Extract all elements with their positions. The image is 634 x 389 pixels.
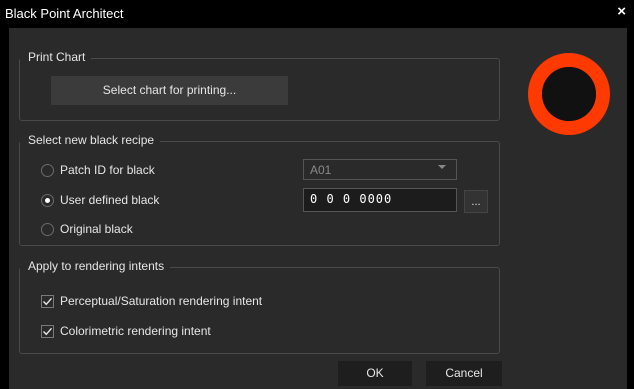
checkbox-perceptual[interactable] — [41, 294, 54, 308]
title-bar[interactable]: Black Point Architect × — [0, 0, 634, 28]
check-colorimetric-label: Colorimetric rendering intent — [60, 324, 211, 338]
radio-user-defined-indicator[interactable] — [41, 193, 54, 207]
browse-button[interactable]: ... — [464, 190, 488, 213]
rendering-intents-group: Apply to rendering intents Perceptual/Sa… — [19, 259, 500, 354]
dialog-window: Black Point Architect × Print Chart Sele… — [0, 0, 634, 389]
cancel-button[interactable]: Cancel — [426, 361, 502, 386]
radio-patch-id-indicator[interactable] — [41, 163, 54, 177]
user-black-input[interactable]: 0 0 0 0000 — [303, 188, 457, 212]
chevron-down-icon — [438, 165, 446, 169]
ok-button[interactable]: OK — [338, 361, 412, 386]
close-icon[interactable]: × — [617, 3, 626, 20]
print-chart-group: Print Chart Select chart for printing... — [19, 50, 500, 121]
patch-id-select[interactable]: A01 — [303, 159, 457, 180]
check-colorimetric[interactable]: Colorimetric rendering intent — [41, 324, 211, 338]
dialog-body: Print Chart Select chart for printing...… — [9, 28, 627, 389]
radio-user-defined-label: User defined black — [60, 193, 160, 207]
radio-patch-id[interactable]: Patch ID for black — [41, 163, 155, 177]
check-perceptual[interactable]: Perceptual/Saturation rendering intent — [41, 294, 262, 308]
black-recipe-label: Select new black recipe — [20, 133, 161, 147]
patch-id-select-value: A01 — [310, 163, 332, 177]
radio-original-black[interactable]: Original black — [41, 222, 133, 236]
checkbox-colorimetric[interactable] — [41, 324, 54, 338]
print-chart-label: Print Chart — [20, 50, 92, 64]
radio-original-black-label: Original black — [60, 222, 133, 236]
checkmark-icon — [43, 327, 53, 335]
window-title: Black Point Architect — [5, 6, 124, 21]
select-chart-button[interactable]: Select chart for printing... — [51, 76, 288, 105]
black-point-indicator-icon — [528, 53, 610, 135]
rendering-intents-label: Apply to rendering intents — [20, 259, 171, 273]
black-recipe-group: Select new black recipe Patch ID for bla… — [19, 133, 500, 246]
checkmark-icon — [43, 297, 53, 305]
check-perceptual-label: Perceptual/Saturation rendering intent — [60, 294, 263, 308]
radio-original-black-indicator[interactable] — [41, 222, 54, 236]
radio-user-defined[interactable]: User defined black — [41, 193, 159, 207]
radio-patch-id-label: Patch ID for black — [60, 163, 155, 177]
